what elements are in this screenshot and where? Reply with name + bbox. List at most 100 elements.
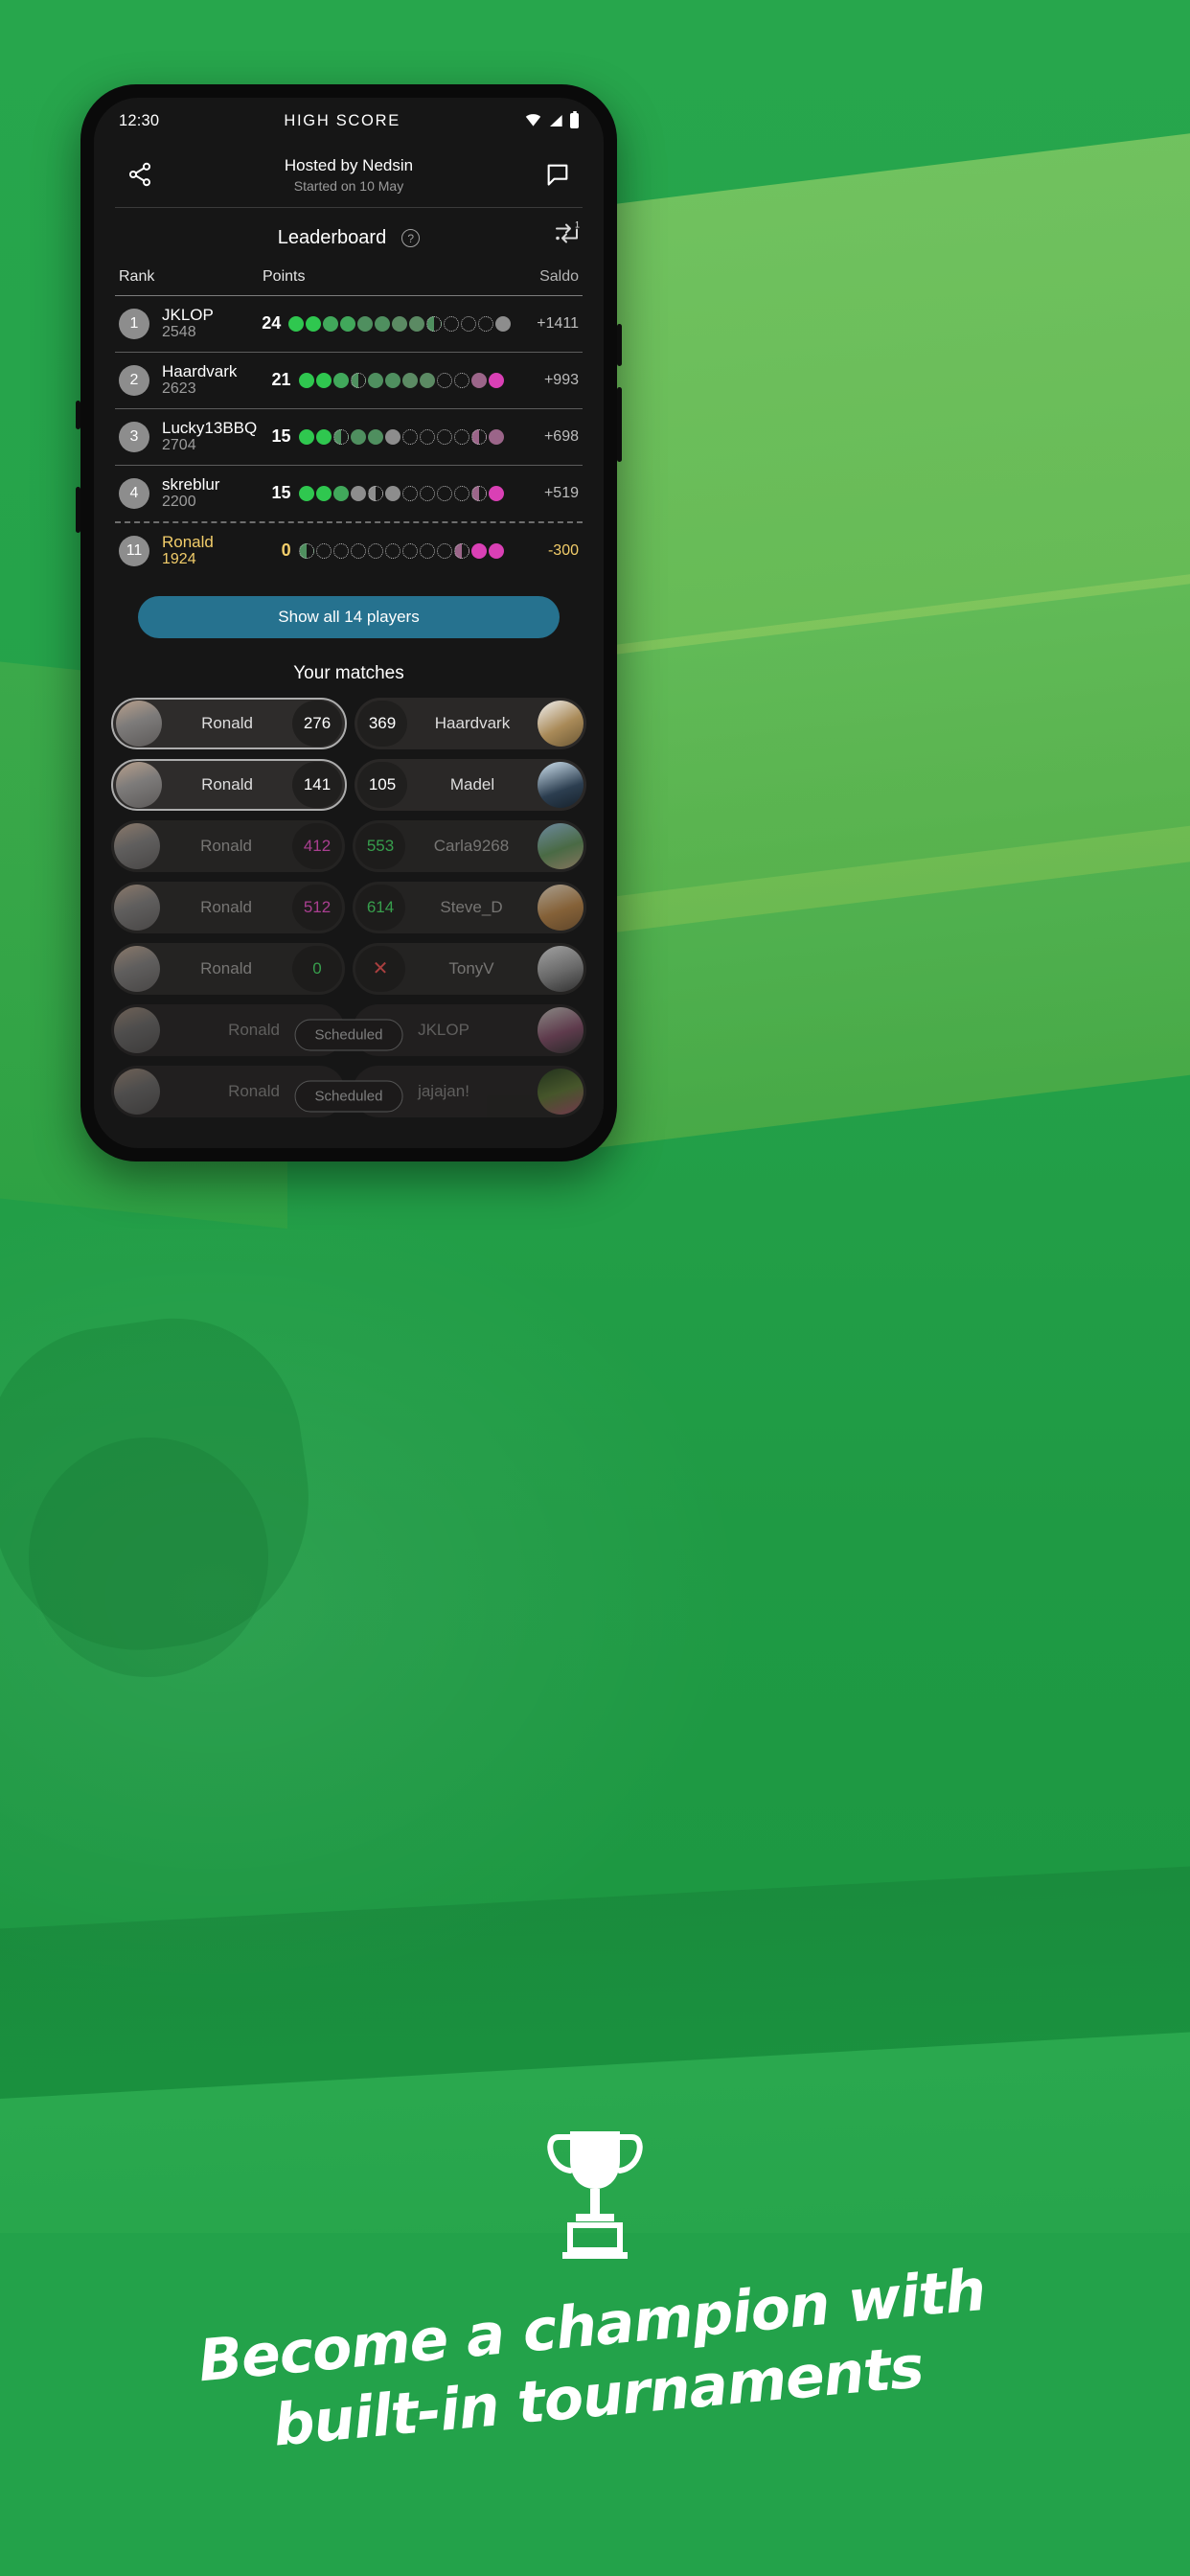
match-player-name-left: Ronald <box>200 897 252 916</box>
point-dot-empty <box>461 315 477 332</box>
match-side-left[interactable]: Ronald 141 <box>111 758 347 811</box>
match-side-right[interactable]: 553 Carla9268 <box>353 819 586 872</box>
point-dot-empty <box>315 542 332 559</box>
show-all-wrap: Show all 14 players <box>94 583 604 638</box>
player-info: Lucky13BBQ 2704 <box>162 419 263 455</box>
point-dot-empty <box>419 542 435 559</box>
player-rating: 2200 <box>162 493 196 510</box>
point-dot-filled <box>384 372 400 388</box>
point-dot-half <box>298 542 314 559</box>
leaderboard-row[interactable]: 4 skreblur 2200 15 +519 <box>94 466 604 521</box>
player-rating: 2623 <box>162 380 196 397</box>
point-dot-filled <box>495 315 512 332</box>
point-dot-filled <box>306 315 322 332</box>
point-dot-empty <box>401 542 418 559</box>
match-row[interactable]: Ronald 0 ✕ TonyV <box>94 942 604 1004</box>
rank-badge: 4 <box>119 477 149 509</box>
point-dot-filled <box>384 428 400 445</box>
swap-rounds-button[interactable]: 1 <box>554 219 583 250</box>
saldo-value: -300 <box>547 541 579 559</box>
chat-button[interactable] <box>537 153 579 196</box>
host-name: Hosted by Nedsin <box>284 155 414 174</box>
player-rating: 2548 <box>162 324 196 341</box>
match-row[interactable]: Ronald jajajan! Scheduled <box>94 1065 604 1127</box>
player-name: JKLOP <box>162 306 214 324</box>
rank-badge: 1 <box>119 308 149 339</box>
match-row[interactable]: Ronald 512 614 Steve_D <box>94 881 604 943</box>
leaderboard-row[interactable]: 1 JKLOP 2548 24 +1411 <box>94 296 604 352</box>
background-shape <box>29 1438 268 1677</box>
match-side-left[interactable]: Ronald 412 <box>111 819 345 872</box>
point-dot-half <box>367 485 383 501</box>
swap-rounds-icon: 1 <box>556 219 580 242</box>
points-value: 24 <box>262 313 282 334</box>
match-side-right[interactable]: ✕ TonyV <box>353 942 586 995</box>
promo-text: Become a champion with built-in tourname… <box>0 2237 1190 2487</box>
point-dot-empty <box>436 542 452 559</box>
match-score-right: 614 <box>355 884 405 931</box>
points-cell: 15 <box>266 426 504 447</box>
player-info: skreblur 2200 <box>162 475 263 512</box>
match-side-left[interactable]: Ronald 276 <box>111 697 347 749</box>
chat-bubble-icon <box>547 164 568 186</box>
point-dot-filled <box>470 542 487 559</box>
match-side-right[interactable]: 105 Madel <box>355 758 586 811</box>
point-dot-filled <box>401 372 418 388</box>
match-player-name-right: Haardvark <box>434 713 511 732</box>
point-dot-filled <box>315 428 332 445</box>
matches-list: Ronald 276 369 Haardvark Ronald 141 105 Madel Ro… <box>94 697 604 1127</box>
phone-side-button <box>76 401 80 429</box>
point-dot-filled <box>298 485 314 501</box>
leaderboard-row[interactable]: 11 Ronald 1924 0 -300 <box>94 523 604 579</box>
point-dot-empty <box>350 542 366 559</box>
point-dot-filled <box>332 485 349 501</box>
leaderboard-row[interactable]: 2 Haardvark 2623 21 +993 <box>94 353 604 408</box>
match-row[interactable]: Ronald 276 369 Haardvark <box>94 697 604 759</box>
points-value: 21 <box>271 370 291 390</box>
match-player-name-right: Steve_D <box>440 897 503 916</box>
tournament-header: Hosted by Nedsin Started on 10 May <box>94 140 604 207</box>
match-row[interactable]: Ronald JKLOP Scheduled <box>94 1003 604 1066</box>
leaderboard-row[interactable]: 3 Lucky13BBQ 2704 15 +698 <box>94 409 604 465</box>
match-score-left: 412 <box>292 822 342 869</box>
cat-avatar <box>114 1068 160 1115</box>
match-row[interactable]: Ronald 412 553 Carla9268 <box>94 819 604 882</box>
match-side-left[interactable]: Ronald 0 <box>111 942 345 995</box>
point-dot-empty <box>419 428 435 445</box>
player-rating: 2704 <box>162 436 196 453</box>
point-dot-filled <box>315 485 332 501</box>
points-cell: 0 <box>266 540 504 561</box>
point-dot-filled <box>375 315 391 332</box>
share-button[interactable] <box>119 153 161 196</box>
street-avatar <box>538 822 584 869</box>
player-name: Haardvark <box>162 361 238 380</box>
match-score-right: 369 <box>357 700 407 747</box>
point-dot-filled <box>488 542 504 559</box>
match-side-right[interactable]: 614 Steve_D <box>353 881 586 933</box>
player-info: Haardvark 2623 <box>162 362 263 399</box>
point-dot-empty <box>419 485 435 501</box>
point-dot-filled <box>298 428 314 445</box>
match-side-left[interactable]: Ronald 512 <box>111 881 345 933</box>
column-header-points: Points <box>263 268 306 285</box>
phone-mockup: 12:30 HIGH SCORE Hosted by Nedsin Starte… <box>76 84 622 1162</box>
rank-badge: 11 <box>119 535 149 566</box>
point-dot-empty <box>332 542 349 559</box>
match-player-name-right: Madel <box>449 774 495 794</box>
show-all-players-button[interactable]: Show all 14 players <box>138 595 560 638</box>
flowers-avatar <box>538 1068 584 1115</box>
question-mark-icon[interactable]: ? <box>401 229 421 247</box>
point-dot-filled <box>470 372 487 388</box>
cat-avatar <box>114 945 160 992</box>
match-score-left: 276 <box>292 700 342 747</box>
match-side-right[interactable]: 369 Haardvark <box>355 697 586 749</box>
point-dot-filled <box>409 315 425 332</box>
point-dot-empty <box>453 372 469 388</box>
your-matches-title: Your matches <box>293 662 404 683</box>
point-dot-filled <box>298 372 314 388</box>
trophy-icon <box>547 2131 643 2259</box>
man-avatar <box>538 945 584 992</box>
match-row[interactable]: Ronald 141 105 Madel <box>94 758 604 820</box>
scheduled-badge: Scheduled <box>294 1019 403 1051</box>
rank-badge: 2 <box>119 364 149 396</box>
